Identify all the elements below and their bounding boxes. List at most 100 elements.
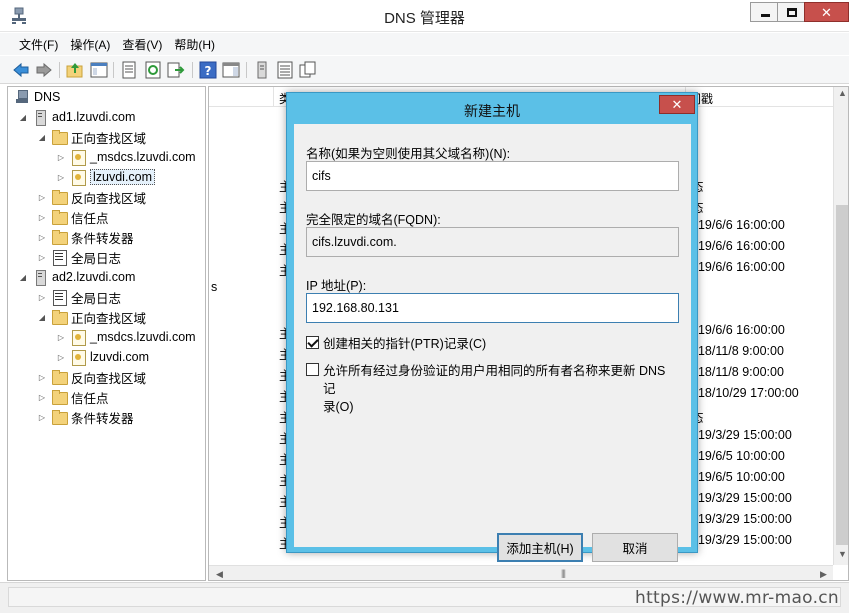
allow-update-label-line1: 允许所有经过身份验证的用户用相同的所有者名称来更新 DNS 记 [323,364,666,396]
folder-icon [51,389,68,405]
expanded-caret-icon[interactable]: ◢ [37,313,47,322]
tree-item-ad1-global-logs[interactable]: ▷ 全局日志 [37,247,121,267]
tree-item-ad1-trust-points[interactable]: ▷ 信任点 [37,207,109,227]
dns-server-icon [14,89,30,105]
tree-item-ad2-global-logs[interactable]: ▷ 全局日志 [37,287,121,307]
list-icon[interactable] [276,61,294,79]
action-pane-icon[interactable] [222,61,240,79]
back-icon[interactable] [12,61,30,79]
copy-icon[interactable] [299,61,317,79]
menu-view[interactable]: 查看(V) [117,33,167,55]
collapsed-caret-icon[interactable]: ▷ [37,393,47,402]
minimize-button[interactable] [750,2,780,22]
help-icon[interactable]: ? [199,61,217,79]
close-icon: ✕ [821,4,832,20]
tree-item-label: 正向查找区域 [71,311,147,326]
collapsed-caret-icon[interactable]: ▷ [37,293,47,302]
menu-file[interactable]: 文件(F) [14,33,63,55]
collapsed-caret-icon[interactable]: ▷ [56,173,66,182]
create-ptr-label: 创建相关的指针(PTR)记录(C) [323,337,487,351]
collapsed-caret-icon[interactable]: ▷ [37,373,47,382]
horizontal-scroll-grip-icon[interactable]: ||| [561,568,566,578]
allow-update-label: 允许所有经过身份验证的用户用相同的所有者名称来更新 DNS 记 录(O) [323,362,676,416]
collapsed-caret-icon[interactable]: ▷ [37,233,47,242]
close-button[interactable]: ✕ [804,2,849,22]
tree-item-ad1-lzuvdi[interactable]: ▷ lzuvdi.com [56,167,156,187]
window-title: DNS 管理器 [384,10,465,27]
menu-bar: 文件(F) 操作(A) 查看(V) 帮助(H) [0,33,849,55]
forward-icon[interactable] [35,61,53,79]
export-list-icon[interactable] [167,61,185,79]
zone-icon [70,349,86,366]
scroll-left-icon[interactable]: ◀ [211,569,228,580]
up-folder-icon[interactable] [66,61,84,79]
expanded-caret-icon[interactable]: ◢ [18,113,28,122]
column-divider[interactable] [273,87,274,107]
list-cell-timestamp: 019/3/29 15:00:00 [691,533,792,547]
create-ptr-checkbox[interactable] [306,336,319,349]
tree-item-ad2-lzuvdi[interactable]: ▷ lzuvdi.com [56,347,149,367]
tree-item-ad2-msdcs[interactable]: ▷ _msdcs.lzuvdi.com [56,327,196,347]
tree-item-dns[interactable]: DNS [14,87,60,107]
folder-icon [51,309,68,325]
menu-action[interactable]: 操作(A) [65,33,115,55]
server-icon[interactable] [253,61,271,79]
allow-update-checkbox[interactable] [306,363,319,376]
cancel-button[interactable]: 取消 [592,533,678,562]
tree-item-label: ad2.lzuvdi.com [52,270,136,284]
tree-item-ad1[interactable]: ◢ ad1.lzuvdi.com [18,107,135,127]
list-cell-timestamp: 019/6/6 16:00:00 [691,218,785,232]
name-field[interactable] [306,161,679,191]
tree-item-ad2[interactable]: ◢ ad2.lzuvdi.com [18,267,135,287]
dialog-close-button[interactable]: ✕ [659,95,695,114]
horizontal-scrollbar[interactable]: ◀ ||| ▶ [209,565,833,580]
list-cell-timestamp: 019/3/29 15:00:00 [691,512,792,526]
collapsed-caret-icon[interactable]: ▷ [37,413,47,422]
show-console-tree-icon[interactable] [90,61,108,79]
collapsed-caret-icon[interactable]: ▷ [37,193,47,202]
expanded-caret-icon[interactable]: ◢ [37,133,47,142]
refresh-icon[interactable] [144,61,162,79]
title-bar: DNS 管理器 ✕ [0,0,849,32]
scroll-down-icon[interactable]: ▼ [834,549,848,559]
collapsed-caret-icon[interactable]: ▷ [56,153,66,162]
tree-item-label: 反向查找区域 [71,371,147,386]
tree-item-ad1-reverse-zones[interactable]: ▷ 反向查找区域 [37,187,146,207]
tree-item-ad1-forward-zones[interactable]: ◢ 正向查找区域 [37,127,146,147]
tree-item-ad2-forward-zones[interactable]: ◢ 正向查找区域 [37,307,146,327]
svg-text:?: ? [205,64,212,78]
allow-update-option[interactable]: 允许所有经过身份验证的用户用相同的所有者名称来更新 DNS 记 录(O) [306,362,676,416]
collapsed-caret-icon[interactable]: ▷ [37,213,47,222]
menu-help[interactable]: 帮助(H) [169,33,220,55]
zone-icon [70,169,86,186]
collapsed-caret-icon[interactable]: ▷ [37,253,47,262]
scroll-up-icon[interactable]: ▲ [834,88,848,98]
close-icon: ✕ [671,96,683,112]
scroll-right-icon[interactable]: ▶ [815,569,832,580]
tree-item-ad1-msdcs[interactable]: ▷ _msdcs.lzuvdi.com [56,147,196,167]
list-cell-timestamp: 018/11/8 9:00:00 [691,344,784,358]
add-host-button[interactable]: 添加主机(H) [497,533,583,562]
tree-item-ad1-conditional-forwarders[interactable]: ▷ 条件转发器 [37,227,134,247]
tree-item-label: 全局日志 [71,251,122,266]
folder-icon [51,409,68,425]
zone-icon [70,149,86,166]
log-icon [51,249,67,266]
console-tree: DNS ◢ ad1.lzuvdi.com ◢ 正向查找区域 ▷ _msdcs.l… [7,86,206,581]
tree-item-label: 反向查找区域 [71,191,147,206]
tree-item-ad2-reverse-zones[interactable]: ▷ 反向查找区域 [37,367,146,387]
vertical-scrollbar[interactable]: ▲ ▼ [833,87,848,565]
vertical-scroll-thumb[interactable] [836,205,848,545]
properties-icon[interactable] [120,61,138,79]
maximize-button[interactable] [777,2,807,22]
create-ptr-option[interactable]: 创建相关的指针(PTR)记录(C) [306,335,486,353]
zone-icon [70,329,86,346]
ip-address-field[interactable] [306,293,679,323]
tree-item-ad2-conditional-forwarders[interactable]: ▷ 条件转发器 [37,407,134,427]
tree-item-ad2-trust-points[interactable]: ▷ 信任点 [37,387,109,407]
collapsed-caret-icon[interactable]: ▷ [56,333,66,342]
list-cell-timestamp: 018/11/8 9:00:00 [691,365,784,379]
collapsed-caret-icon[interactable]: ▷ [56,353,66,362]
expanded-caret-icon[interactable]: ◢ [18,273,28,282]
folder-icon [51,229,68,245]
